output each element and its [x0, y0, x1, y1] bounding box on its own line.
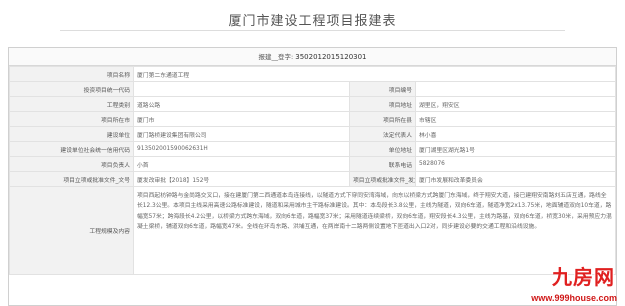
table-row: 项目立项或批准文件_文号 厦发改审批【2018】152号 项目立项或批准文件_发… — [9, 171, 616, 187]
credit-code-label: 建设单位社会统一信用代码 — [9, 141, 134, 157]
registration-number-row: 报建__登字: 3502012015120301 — [9, 48, 616, 66]
unit-address-label: 单位地址 — [349, 141, 416, 157]
credit-code-value: 913502001590062631H — [133, 141, 350, 157]
legal-rep-label: 法定代表人 — [349, 126, 416, 142]
builder-value: 厦门路桥建设集团有限公司 — [133, 126, 350, 142]
project-location-value: 湖里区，翔安区 — [415, 96, 616, 112]
table-row: 项目所在市 厦门市 项目所在县 市辖区 — [9, 111, 616, 127]
project-type-label: 工程类别 — [9, 96, 134, 112]
table-row: 工程类别 道路公路 项目地址 湖里区，翔安区 — [9, 96, 616, 112]
registration-form: 报建__登字: 3502012015120301 项目名称 厦门第二东通道工程 … — [8, 47, 617, 306]
registration-label: 报建__登字: — [258, 53, 294, 61]
watermark-url: www.999house.com — [531, 293, 617, 303]
investment-code-label: 投资项目统一代码 — [9, 81, 134, 97]
project-no-label: 项目编号 — [349, 81, 416, 97]
project-location-label: 项目地址 — [349, 96, 416, 112]
project-name-value: 厦门第二东通道工程 — [133, 66, 616, 82]
registration-number: 3502012015120301 — [295, 53, 367, 61]
principal-value: 小首 — [133, 156, 350, 172]
watermark-logo: 九房网 — [552, 265, 615, 289]
project-type-value: 道路公路 — [133, 96, 350, 112]
project-no-value — [415, 81, 616, 97]
builder-label: 建设单位 — [9, 126, 134, 142]
legal-rep-value: 林小喜 — [415, 126, 616, 142]
phone-value: 5828076 — [415, 156, 616, 172]
approval-doc-value: 厦发改审批【2018】152号 — [133, 171, 350, 187]
phone-label: 联系电话 — [349, 156, 416, 172]
approval-org-label: 项目立项或批准文件_发文单位 — [349, 171, 416, 187]
investment-code-value — [133, 81, 350, 97]
approval-org-value: 厦门市发展和改革委员会 — [415, 171, 616, 187]
city-label: 项目所在市 — [9, 111, 134, 127]
unit-address-value: 厦门湖里区湖光路1号 — [415, 141, 616, 157]
table-row: 投资项目统一代码 项目编号 — [9, 81, 616, 97]
district-value: 市辖区 — [415, 111, 616, 127]
scope-label: 工程规模及内容 — [9, 186, 134, 275]
table-row: 建设单位 厦门路桥建设集团有限公司 法定代表人 林小喜 — [9, 126, 616, 142]
title-divider — [60, 30, 565, 31]
project-name-label: 项目名称 — [9, 66, 134, 82]
page-title: 厦门市建设工程项目报建表 — [228, 14, 397, 29]
approval-doc-label: 项目立项或批准文件_文号 — [9, 171, 134, 187]
table-row: 项目负责人 小首 联系电话 5828076 — [9, 156, 616, 172]
table-row: 项目名称 厦门第二东通道工程 — [9, 66, 616, 82]
district-label: 项目所在县 — [349, 111, 416, 127]
city-value: 厦门市 — [133, 111, 350, 127]
principal-label: 项目负责人 — [9, 156, 134, 172]
table-row: 建设单位社会统一信用代码 913502001590062631H 单位地址 厦门… — [9, 141, 616, 157]
project-info-table: 项目名称 厦门第二东通道工程 投资项目统一代码 项目编号 工程类别 道路公路 项… — [9, 66, 616, 275]
table-row: 工程规模及内容 项目西起枋钟路与金尚路交叉口，接在建厦门第二西通道本岛连接线，以… — [9, 186, 616, 275]
scope-value: 项目西起枋钟路与金尚路交叉口，接在建厦门第二西通道本岛连接线，以隧道方式下穿同安… — [133, 186, 616, 275]
